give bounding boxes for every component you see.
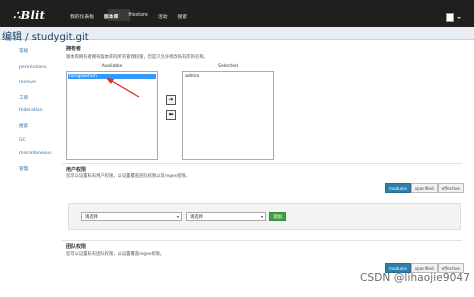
divider [62, 240, 462, 241]
user-permission-filter: modules specified effective [385, 183, 464, 193]
filter-specified-button[interactable]: specified [410, 183, 438, 193]
user-select[interactable]: 请选择 [81, 212, 182, 221]
chevron-down-icon [261, 216, 263, 218]
permission-select[interactable]: 请选择 [186, 212, 266, 221]
divider [62, 163, 462, 164]
user-permissions-description: 您可以设置私有用户权限，以设置覆盖团队权限以及regex权限。 [66, 174, 190, 179]
add-user-permission-panel: 请选择 请选择 添加 [68, 203, 461, 230]
permission-select-value: 请选择 [190, 214, 203, 220]
filter-modules-button[interactable]: modules [385, 183, 411, 193]
user-select-value: 请选择 [85, 214, 98, 220]
user-permissions-title: 用户权限 [66, 167, 87, 173]
filter-effective-button[interactable]: effective [437, 183, 464, 193]
team-permissions-description: 您可以设置私有团队权限，以设置覆盖regex权限。 [66, 252, 165, 257]
add-button[interactable]: 添加 [269, 212, 286, 221]
watermark: CSDN @lihaojie9047 [360, 272, 470, 284]
chevron-down-icon [177, 216, 179, 218]
team-permissions-title: 团队权限 [66, 244, 87, 250]
